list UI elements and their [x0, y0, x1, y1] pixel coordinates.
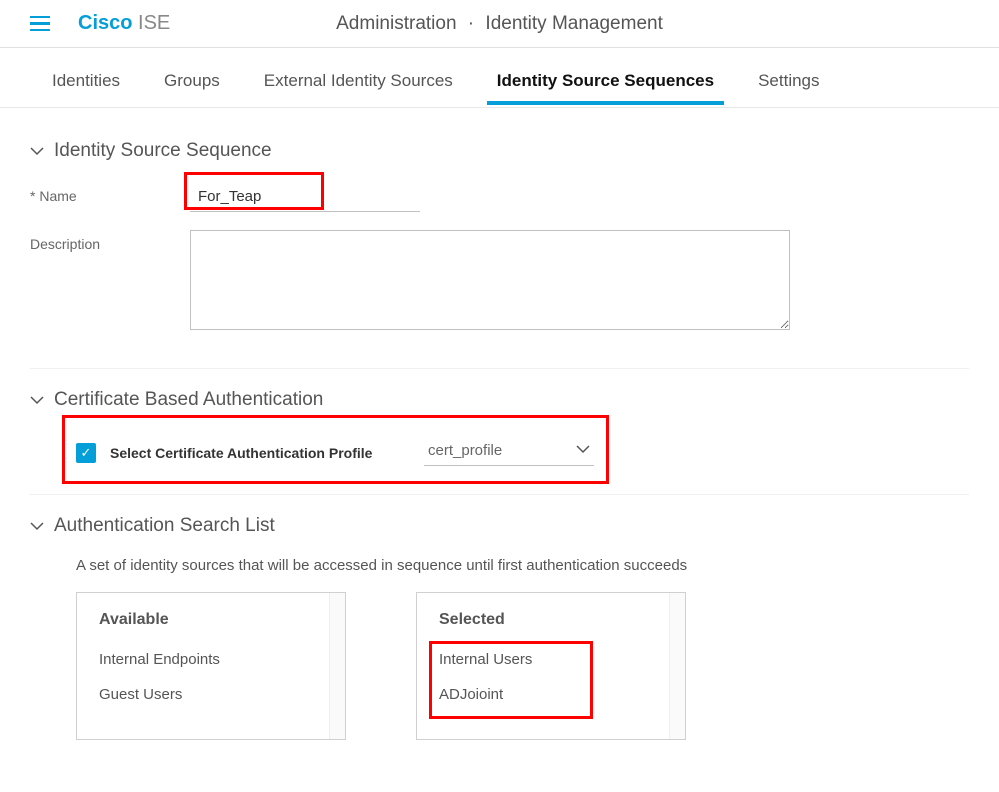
- list-item[interactable]: Internal Users: [439, 651, 663, 668]
- name-input[interactable]: [190, 182, 420, 212]
- auth-search-description: A set of identity sources that will be a…: [76, 557, 969, 574]
- tab-identities[interactable]: Identities: [30, 58, 142, 107]
- logo-ise: ISE: [138, 12, 170, 34]
- cert-profile-row: ✓ Select Certificate Authentication Prof…: [76, 431, 636, 474]
- description-row: Description: [30, 230, 969, 330]
- scrollbar[interactable]: [329, 593, 345, 739]
- chevron-down-icon: [30, 393, 44, 408]
- list-item[interactable]: Guest Users: [99, 686, 323, 703]
- auth-search-lists: Available Internal Endpoints Guest Users…: [76, 592, 969, 740]
- breadcrumb: Administration · Identity Management: [336, 13, 663, 35]
- section-auth-search: Authentication Search List A set of iden…: [30, 505, 969, 760]
- section-identity-source-sequence: Identity Source Sequence * Name Descript…: [30, 130, 969, 369]
- cert-profile-checkbox[interactable]: ✓: [76, 443, 96, 463]
- tab-external-identity-sources[interactable]: External Identity Sources: [242, 58, 475, 107]
- subnav-tabs: Identities Groups External Identity Sour…: [0, 48, 999, 108]
- separator-icon: ·: [468, 13, 474, 34]
- selected-list: Selected Internal Users ADJoioint: [416, 592, 686, 740]
- section-title-auth[interactable]: Authentication Search List: [30, 515, 969, 537]
- scrollbar[interactable]: [669, 593, 685, 739]
- list-item[interactable]: ADJoioint: [439, 686, 663, 703]
- breadcrumb-page: Identity Management: [485, 13, 662, 34]
- logo: Cisco ISE: [78, 12, 170, 35]
- tab-groups[interactable]: Groups: [142, 58, 242, 107]
- available-head: Available: [99, 611, 323, 629]
- menu-icon[interactable]: [30, 16, 50, 32]
- chevron-down-icon: [576, 441, 590, 459]
- description-input[interactable]: [190, 230, 790, 330]
- tab-identity-source-sequences[interactable]: Identity Source Sequences: [475, 58, 736, 107]
- chevron-down-icon: [30, 519, 44, 534]
- selected-head: Selected: [439, 611, 663, 629]
- section-title-cert[interactable]: Certificate Based Authentication: [30, 389, 969, 411]
- check-icon: ✓: [81, 445, 92, 461]
- page-content: Identity Source Sequence * Name Descript…: [0, 108, 999, 792]
- name-label: * Name: [30, 182, 190, 204]
- description-label: Description: [30, 230, 190, 252]
- section-certificate-auth: Certificate Based Authentication ✓ Selec…: [30, 379, 969, 495]
- name-row: * Name: [30, 182, 969, 212]
- logo-cisco: Cisco: [78, 12, 132, 34]
- chevron-down-icon: [30, 144, 44, 159]
- section-title-iss[interactable]: Identity Source Sequence: [30, 140, 969, 162]
- app-header: Cisco ISE Administration · Identity Mana…: [0, 0, 999, 48]
- cert-profile-value: cert_profile: [428, 442, 502, 459]
- cert-profile-label: Select Certificate Authentication Profil…: [110, 445, 410, 461]
- breadcrumb-section: Administration: [336, 13, 456, 34]
- available-list: Available Internal Endpoints Guest Users: [76, 592, 346, 740]
- list-item[interactable]: Internal Endpoints: [99, 651, 323, 668]
- tab-settings[interactable]: Settings: [736, 58, 841, 107]
- cert-profile-select[interactable]: cert_profile: [424, 439, 594, 466]
